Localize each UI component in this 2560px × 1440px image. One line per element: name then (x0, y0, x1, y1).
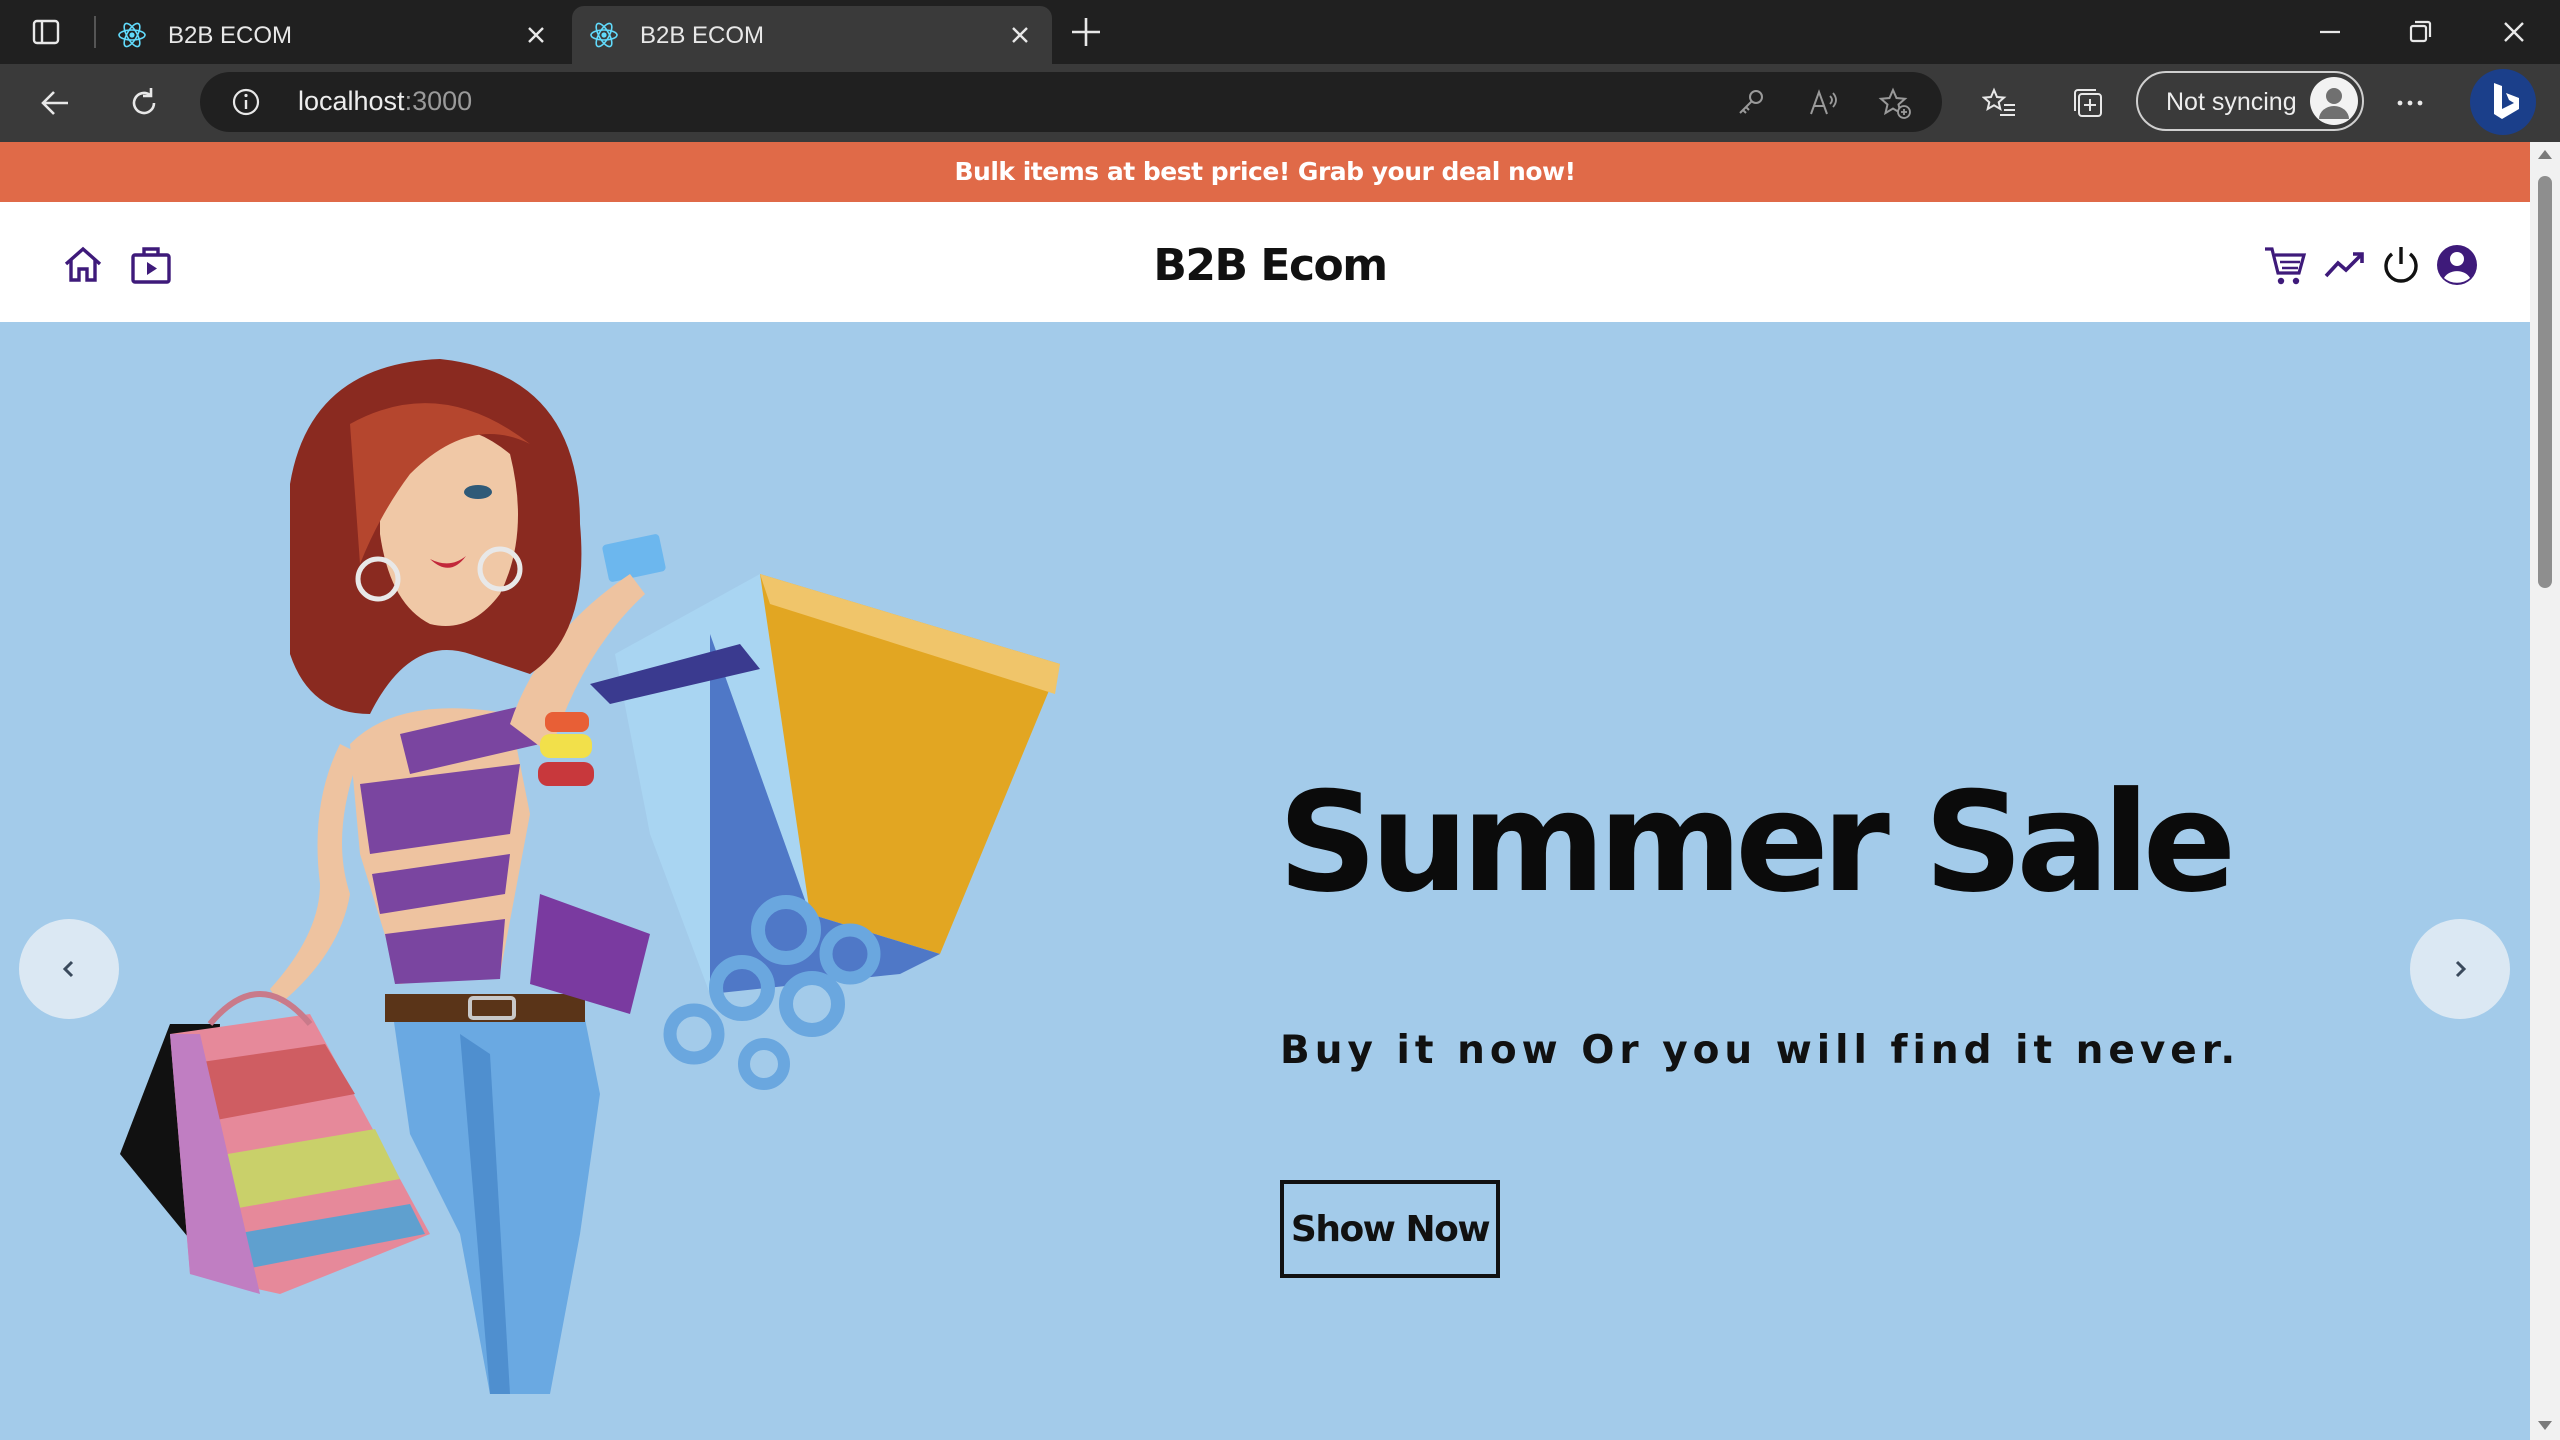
new-tab-icon[interactable] (1066, 12, 1106, 52)
minimize-icon[interactable] (2310, 12, 2350, 52)
carousel-next-button[interactable] (2410, 919, 2510, 1019)
slide-subtitle: Buy it now Or you will find it never. (1280, 1028, 2241, 1073)
collections-icon[interactable] (2070, 85, 2106, 121)
scrollbar-thumb[interactable] (2538, 176, 2552, 588)
back-icon[interactable] (36, 83, 76, 123)
close-window-icon[interactable] (2494, 12, 2534, 52)
power-icon[interactable] (2378, 242, 2424, 288)
brand-title: B2B Ecom (1153, 240, 1388, 291)
key-icon[interactable] (1734, 86, 1768, 120)
account-icon[interactable] (2434, 242, 2480, 288)
avatar (2310, 77, 2358, 125)
chevron-right-icon (2455, 960, 2467, 978)
close-tab-icon[interactable] (1004, 19, 1036, 51)
avatar-icon (2319, 88, 2349, 119)
close-tab-icon[interactable] (520, 19, 552, 51)
react-favicon-icon (590, 22, 618, 48)
show-now-button[interactable]: Show Now (1280, 1180, 1500, 1278)
tab-separator (94, 16, 96, 48)
trending-icon[interactable] (2322, 242, 2368, 288)
scroll-down-icon[interactable] (2538, 1421, 2552, 1430)
profile-button[interactable]: Not syncing (2136, 71, 2364, 131)
url-text: localhost:3000 (298, 86, 473, 116)
tab-actions-icon (32, 19, 60, 45)
page-viewport: Bulk items at best price! Grab your deal… (0, 142, 2530, 1440)
more-options-icon[interactable] (2392, 85, 2428, 121)
page-scrollbar[interactable] (2530, 142, 2560, 1440)
tab-title: B2B ECOM (168, 22, 293, 49)
scroll-up-icon[interactable] (2538, 150, 2552, 159)
tab-actions-button[interactable] (28, 14, 64, 50)
add-favorite-icon[interactable] (1878, 86, 1912, 120)
tab-title: B2B ECOM (640, 22, 765, 49)
favorites-icon[interactable] (1982, 85, 2018, 121)
browser-tab-bar: B2B ECOM B2B ECOM (0, 0, 2560, 64)
browser-tab-1[interactable]: B2B ECOM (100, 6, 568, 64)
site-info-icon[interactable] (230, 86, 262, 118)
browser-tab-2[interactable]: B2B ECOM (572, 6, 1052, 64)
refresh-icon[interactable] (124, 83, 164, 123)
hero-carousel: Summer Sale Buy it now Or you will find … (0, 322, 2530, 1440)
profile-label: Not syncing (2166, 88, 2297, 116)
bing-copilot-button[interactable] (2470, 69, 2536, 135)
hero-image (120, 359, 1060, 1394)
url-field[interactable]: localhost:3000 (200, 72, 1942, 132)
shopping-bags-right (590, 534, 1060, 1090)
announcement-bar: Bulk items at best price! Grab your deal… (0, 142, 2530, 202)
shopping-bags-left (120, 991, 430, 1294)
react-favicon-icon (118, 22, 146, 48)
slide-title: Summer Sale (1278, 762, 2236, 923)
site-header: B2B Ecom (0, 202, 2530, 322)
restore-icon[interactable] (2400, 12, 2440, 52)
bing-icon (2494, 83, 2519, 119)
chevron-left-icon (62, 960, 74, 978)
address-bar: localhost:3000 Not syncing (0, 64, 2560, 142)
carousel-prev-button[interactable] (19, 919, 119, 1019)
read-aloud-icon[interactable] (1806, 86, 1840, 120)
cart-icon[interactable] (2262, 242, 2308, 288)
